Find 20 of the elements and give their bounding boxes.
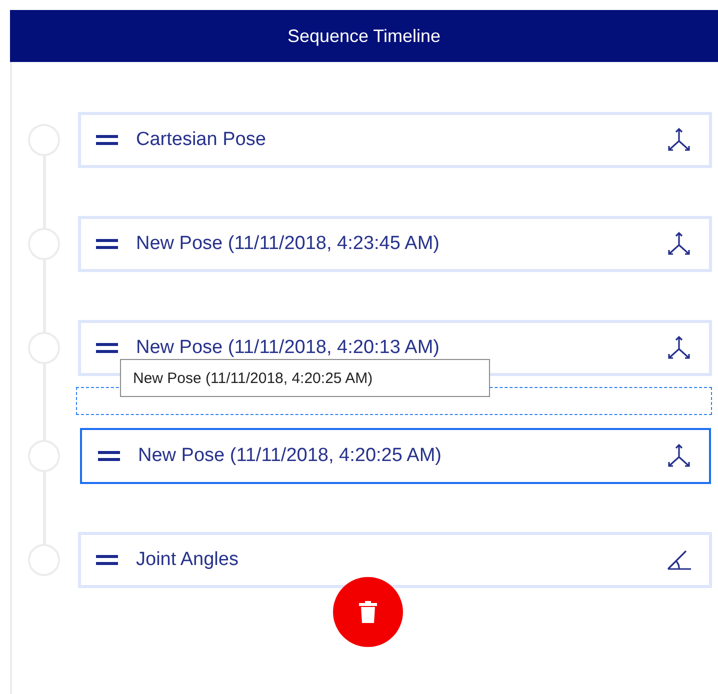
sequence-item[interactable]: New Pose (11/11/2018, 4:23:45 AM) <box>78 216 712 272</box>
item-label: New Pose (11/11/2018, 4:20:13 AM) <box>136 338 440 358</box>
drag-handle-icon[interactable] <box>96 555 118 565</box>
drag-handle-icon[interactable] <box>98 451 120 461</box>
sequence-item[interactable]: Joint Angles <box>78 532 712 588</box>
axes-icon <box>665 126 693 154</box>
drag-handle-icon[interactable] <box>96 343 118 353</box>
header-title: Sequence Timeline <box>287 26 441 46</box>
trash-icon <box>358 600 378 624</box>
axes-icon <box>665 334 693 362</box>
item-label: New Pose (11/11/2018, 4:20:25 AM) <box>138 446 442 466</box>
sequence-item[interactable]: New Pose (11/11/2018, 4:20:25 AM) <box>80 428 711 484</box>
drag-handle-icon[interactable] <box>96 239 118 249</box>
item-label: Joint Angles <box>136 550 240 570</box>
item-label: Cartesian Pose <box>136 130 267 150</box>
drag-handle-icon[interactable] <box>96 135 118 145</box>
axes-icon <box>665 442 693 470</box>
sequence-item[interactable]: Cartesian Pose <box>78 112 712 168</box>
item-label: New Pose (11/11/2018, 4:23:45 AM) <box>136 234 440 254</box>
axes-icon <box>665 230 693 258</box>
